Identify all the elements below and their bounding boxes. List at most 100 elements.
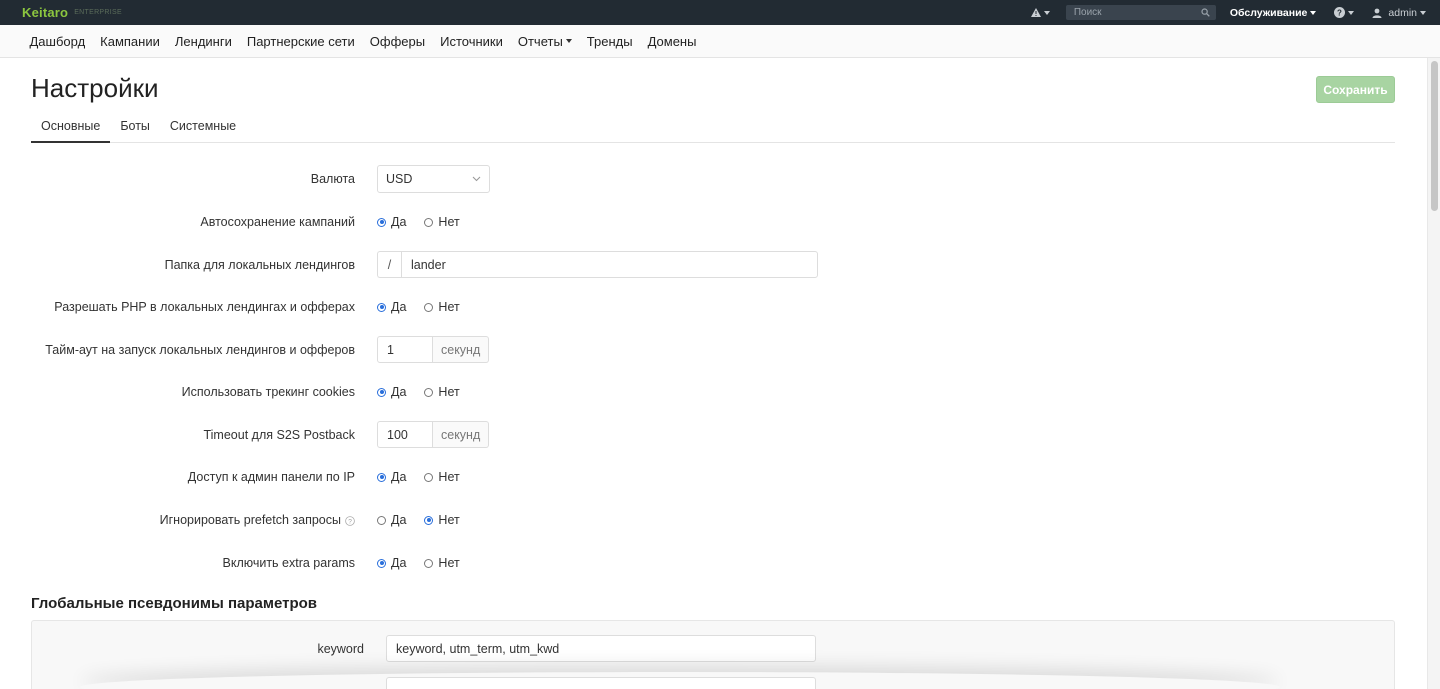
alias-next-input[interactable] (386, 677, 816, 689)
save-button[interactable]: Сохранить (1316, 76, 1395, 103)
tab-system[interactable]: Системные (160, 112, 246, 143)
extra-params-no-radio[interactable]: Нет (424, 556, 460, 570)
timeout-unit: секунд (433, 336, 490, 363)
radio-checked-icon (377, 387, 386, 397)
svg-text:?: ? (348, 518, 352, 525)
nav-item-affiliate-networks[interactable]: Партнерские сети (239, 34, 362, 49)
autosave-control: Да Нет (377, 215, 478, 229)
radio-checked-icon (377, 472, 386, 482)
search-box[interactable] (1065, 5, 1216, 20)
autosave-row: Автосохранение кампаний Да Нет (0, 212, 900, 232)
php-row: Разрешать PHP в локальных лендингах и оф… (0, 297, 900, 317)
help-menu[interactable]: ? (1334, 7, 1355, 18)
php-control: Да Нет (377, 300, 478, 314)
nav-item-reports[interactable]: Отчеты (510, 34, 579, 49)
php-yes-radio[interactable]: Да (377, 300, 406, 314)
main-nav: Дашборд Кампании Лендинги Партнерские се… (0, 25, 1440, 58)
radio-label: Да (391, 470, 407, 484)
chevron-down-icon (1420, 10, 1426, 15)
tab-general[interactable]: Основные (31, 112, 111, 143)
lander-folder-input[interactable] (401, 251, 818, 278)
radio-label: Да (391, 385, 407, 399)
extra-params-control: Да Нет (377, 556, 478, 570)
cookies-yes-radio[interactable]: Да (377, 385, 406, 399)
chevron-down-icon (565, 39, 572, 43)
radio-unchecked-icon (424, 217, 434, 227)
s2s-unit: секунд (433, 421, 490, 448)
settings-tabs: Основные Боты Системные (31, 112, 1395, 143)
autosave-yes-radio[interactable]: Да (377, 215, 406, 229)
prefetch-yes-radio[interactable]: Да (377, 513, 406, 527)
s2s-timeout-input[interactable] (377, 421, 433, 448)
radio-label: Нет (438, 215, 460, 229)
prefetch-no-radio[interactable]: Нет (424, 513, 460, 527)
radio-unchecked-icon (424, 387, 434, 397)
lander-folder-prefix: / (377, 251, 401, 278)
search-input[interactable] (1073, 7, 1194, 18)
user-menu[interactable]: admin (1372, 7, 1426, 19)
radio-unchecked-icon (424, 302, 434, 312)
lander-folder-row: Папка для локальных лендингов / (0, 251, 900, 278)
question-circle-icon[interactable]: ? (345, 515, 355, 526)
extra-params-row: Включить extra params Да Нет (0, 553, 900, 573)
currency-value: USD (386, 172, 413, 186)
currency-row: Валюта USD (0, 165, 900, 193)
maintenance-label: Обслуживание (1229, 6, 1308, 19)
radio-checked-icon (377, 302, 386, 312)
currency-label: Валюта (310, 172, 355, 186)
radio-label: Да (391, 215, 407, 229)
s2s-control: секунд (377, 421, 490, 448)
nav-item-landings[interactable]: Лендинги (167, 34, 239, 49)
nav-item-sources[interactable]: Источники (433, 34, 511, 49)
chevron-down-icon (1310, 10, 1317, 15)
admin-ip-control: Да Нет (377, 470, 478, 484)
tab-bots[interactable]: Боты (110, 112, 160, 143)
cookies-row: Использовать трекинг cookies Да Нет (0, 382, 900, 402)
radio-unchecked-icon (424, 472, 434, 482)
alerts-menu[interactable] (1030, 8, 1050, 17)
php-label: Разрешать PHP в локальных лендингах и оф… (54, 300, 355, 314)
page-scrollbar[interactable] (1427, 58, 1440, 689)
admin-ip-row: Доступ к админ панели по IP Да Нет (0, 467, 900, 487)
chevron-down-icon (1043, 10, 1050, 15)
radio-unchecked-icon (424, 558, 434, 568)
nav-item-dashboard[interactable]: Дашборд (22, 34, 93, 49)
radio-label: Да (391, 556, 407, 570)
nav-item-trends[interactable]: Тренды (579, 34, 640, 49)
scrollbar-thumb[interactable] (1431, 61, 1438, 211)
currency-select[interactable]: USD (377, 165, 490, 193)
radio-label: Да (391, 513, 407, 527)
php-no-radio[interactable]: Нет (424, 300, 460, 314)
radio-checked-icon (424, 515, 434, 525)
topbar-right: Обслуживание ? admin (1030, 0, 1426, 25)
chevron-down-icon (1348, 10, 1355, 15)
admin-ip-no-radio[interactable]: Нет (424, 470, 460, 484)
extra-params-label: Включить extra params (222, 556, 356, 570)
radio-checked-icon (377, 558, 386, 568)
alias-row-keyword: keyword (32, 635, 932, 662)
s2s-label: Timeout для S2S Postback (203, 427, 355, 442)
extra-params-yes-radio[interactable]: Да (377, 556, 406, 570)
prefetch-label-wrap: Игнорировать prefetch запросы? (0, 513, 355, 527)
aliases-panel: keyword (31, 620, 1395, 689)
cookies-no-radio[interactable]: Нет (424, 385, 460, 399)
timeout-input[interactable] (377, 336, 433, 363)
brand-edition: ENTERPRISE (74, 9, 122, 16)
maintenance-menu[interactable]: Обслуживание (1230, 7, 1317, 19)
radio-label: Нет (438, 470, 460, 484)
search-icon[interactable] (1201, 8, 1210, 17)
radio-checked-icon (377, 217, 386, 227)
prefetch-control: Да Нет (377, 513, 478, 527)
radio-label: Нет (438, 385, 460, 399)
autosave-label: Автосохранение кампаний (200, 215, 355, 229)
admin-ip-yes-radio[interactable]: Да (377, 470, 406, 484)
nav-item-campaigns[interactable]: Кампании (93, 34, 168, 49)
admin-ip-label: Доступ к админ панели по IP (187, 470, 355, 484)
autosave-no-radio[interactable]: Нет (424, 215, 460, 229)
brand-logo[interactable]: Keitaro (22, 5, 68, 20)
timeout-group: секунд (377, 336, 490, 363)
alias-keyword-input[interactable] (386, 635, 816, 662)
timeout-label: Тайм-аут на запуск локальных лендингов и… (45, 342, 355, 357)
nav-item-offers[interactable]: Офферы (362, 34, 432, 49)
nav-item-domains[interactable]: Домены (640, 34, 704, 49)
